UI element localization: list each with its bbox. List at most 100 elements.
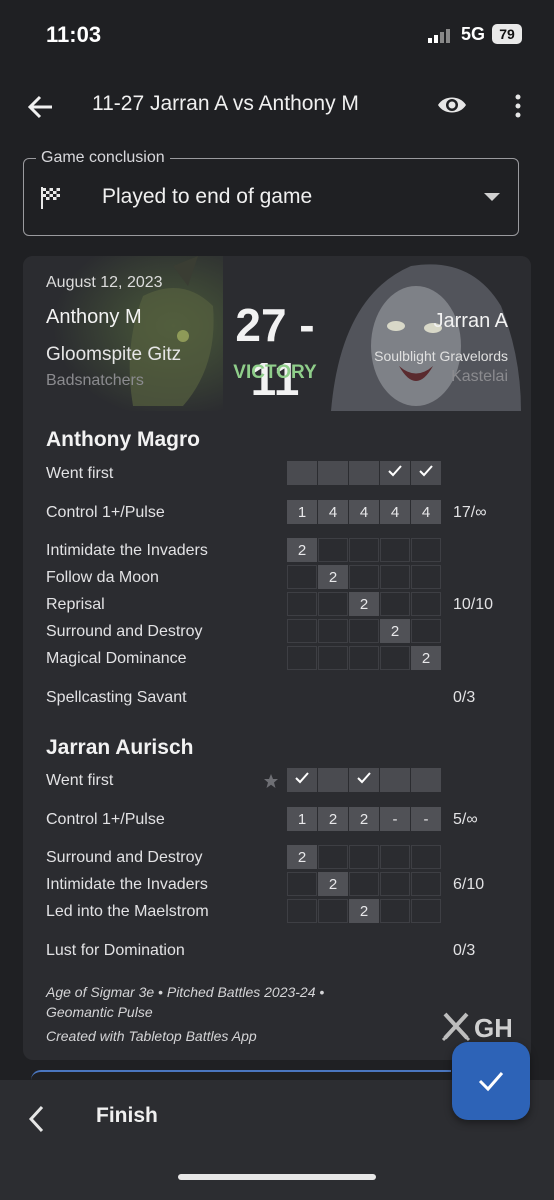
tactic-cell [411, 845, 441, 869]
status-time: 11:03 [46, 22, 102, 47]
game-date: August 12, 2023 [46, 274, 163, 291]
tactic-cell [318, 899, 348, 923]
tactic-cell [380, 646, 410, 670]
confirm-fab-button[interactable] [452, 1042, 530, 1120]
player2-subfaction: Kastelai [451, 368, 508, 385]
grand-strategy-label: Spellcasting Savant [46, 689, 187, 706]
player1-name: Anthony M [46, 306, 142, 328]
page-title: 11-27 Jarran A vs Anthony M [92, 92, 359, 115]
tactic-cell: 2 [349, 899, 379, 923]
tactic-cells: 2 [287, 619, 443, 645]
game-conclusion-label: Game conclusion [36, 149, 170, 167]
tactic-cells: 2 [287, 646, 443, 672]
tactic-cell [411, 619, 441, 643]
control-cell: 1 [287, 807, 317, 831]
tactic-label: Follow da Moon [46, 569, 159, 586]
player-section-name: Jarran Aurisch [46, 736, 194, 759]
tactic-cell [287, 592, 317, 616]
tactic-cell: 2 [318, 872, 348, 896]
check-icon [295, 772, 309, 784]
control-label: Control 1+/Pulse [46, 504, 165, 521]
check-icon [357, 772, 371, 784]
player2-faction: Soulblight Gravelords [374, 348, 508, 364]
player1-faction: Gloomspite Gitz [46, 344, 182, 365]
back-arrow-icon[interactable] [26, 93, 54, 121]
tactic-cell: 2 [287, 538, 317, 562]
tactics-total: 6/10 [453, 876, 485, 893]
final-score: 27 - 11 [235, 299, 315, 405]
control-cell: - [380, 807, 410, 831]
control-total: 5/∞ [453, 811, 478, 828]
network-label: 5G [461, 24, 486, 44]
tabletop-battles-logo-icon: GH [441, 1012, 511, 1043]
tactic-cell [380, 565, 410, 589]
star-icon [264, 774, 278, 788]
tactic-cell [349, 538, 379, 562]
logo-text: GH [474, 1013, 511, 1043]
went-first-cell [318, 461, 348, 485]
more-vert-icon[interactable] [508, 92, 528, 120]
tactic-cell [318, 646, 348, 670]
tactic-cell [318, 592, 348, 616]
tactic-cell [287, 565, 317, 589]
soulblight-art-image [321, 256, 531, 411]
game-system-info: Age of Sigmar 3e • Pitched Battles 2023-… [46, 982, 376, 1022]
home-indicator [178, 1174, 376, 1180]
tactic-cell [411, 899, 441, 923]
check-icon [478, 1072, 504, 1092]
tactic-cell [318, 619, 348, 643]
went-first-cell [349, 768, 379, 792]
dropdown-arrow-icon [484, 193, 500, 201]
control-cell: 4 [318, 500, 348, 524]
tactic-cell [349, 845, 379, 869]
control-total: 17/∞ [453, 504, 487, 521]
tactic-cell: 2 [318, 565, 348, 589]
tactic-cells: 2 [287, 538, 443, 564]
tactic-label: Surround and Destroy [46, 849, 203, 866]
tactic-cell: 2 [349, 592, 379, 616]
control-cell: 1 [287, 500, 317, 524]
tactic-label: Magical Dominance [46, 650, 187, 667]
tactic-label: Reprisal [46, 596, 105, 613]
tactic-cell [380, 872, 410, 896]
control-cell: 4 [380, 500, 410, 524]
went-first-cell [349, 461, 379, 485]
tactic-cell [411, 592, 441, 616]
game-conclusion-select[interactable]: Game conclusion Played to end of game [23, 149, 519, 236]
tactic-cell [380, 899, 410, 923]
control-cells: 1 4 4 4 4 [287, 500, 443, 526]
tactic-cells: 2 [287, 872, 443, 898]
signal-icon [428, 29, 450, 43]
check-icon [388, 465, 402, 477]
tactic-cell: 2 [287, 845, 317, 869]
tactic-cells: 2 [287, 565, 443, 591]
checkered-flag-icon [41, 187, 60, 209]
tactic-label: Led into the Maelstrom [46, 903, 209, 920]
app-bar: 11-27 Jarran A vs Anthony M [0, 78, 554, 134]
player-section-name: Anthony Magro [46, 428, 200, 451]
player1-subfaction: Badsnatchers [46, 372, 144, 389]
tactics-total: 10/10 [453, 596, 494, 613]
tactic-cell: 2 [411, 646, 441, 670]
chevron-left-icon[interactable] [26, 1104, 46, 1134]
game-system-line: Geomantic Pulse [46, 1004, 153, 1020]
result-card: August 12, 2023 Anthony M Gloomspite Git… [23, 256, 531, 1060]
tactic-cell [287, 646, 317, 670]
game-system-line: Age of Sigmar 3e • Pitched Battles 2023-… [46, 984, 325, 1000]
tactic-cell [349, 646, 379, 670]
status-bar: 11:03 5G 79 [0, 0, 554, 70]
went-first-cell [287, 768, 317, 792]
tactic-cells: 2 [287, 845, 443, 871]
tactic-cell [287, 872, 317, 896]
finish-button[interactable]: Finish [96, 1104, 158, 1128]
control-cell: 4 [411, 500, 441, 524]
tactic-cell [349, 872, 379, 896]
tactic-cell [411, 565, 441, 589]
tactic-cell [380, 538, 410, 562]
went-first-cell [411, 461, 441, 485]
tactic-label: Surround and Destroy [46, 623, 203, 640]
check-icon [419, 465, 433, 477]
control-cell: 2 [318, 807, 348, 831]
went-first-cell [380, 768, 410, 792]
eye-icon[interactable] [436, 93, 468, 117]
